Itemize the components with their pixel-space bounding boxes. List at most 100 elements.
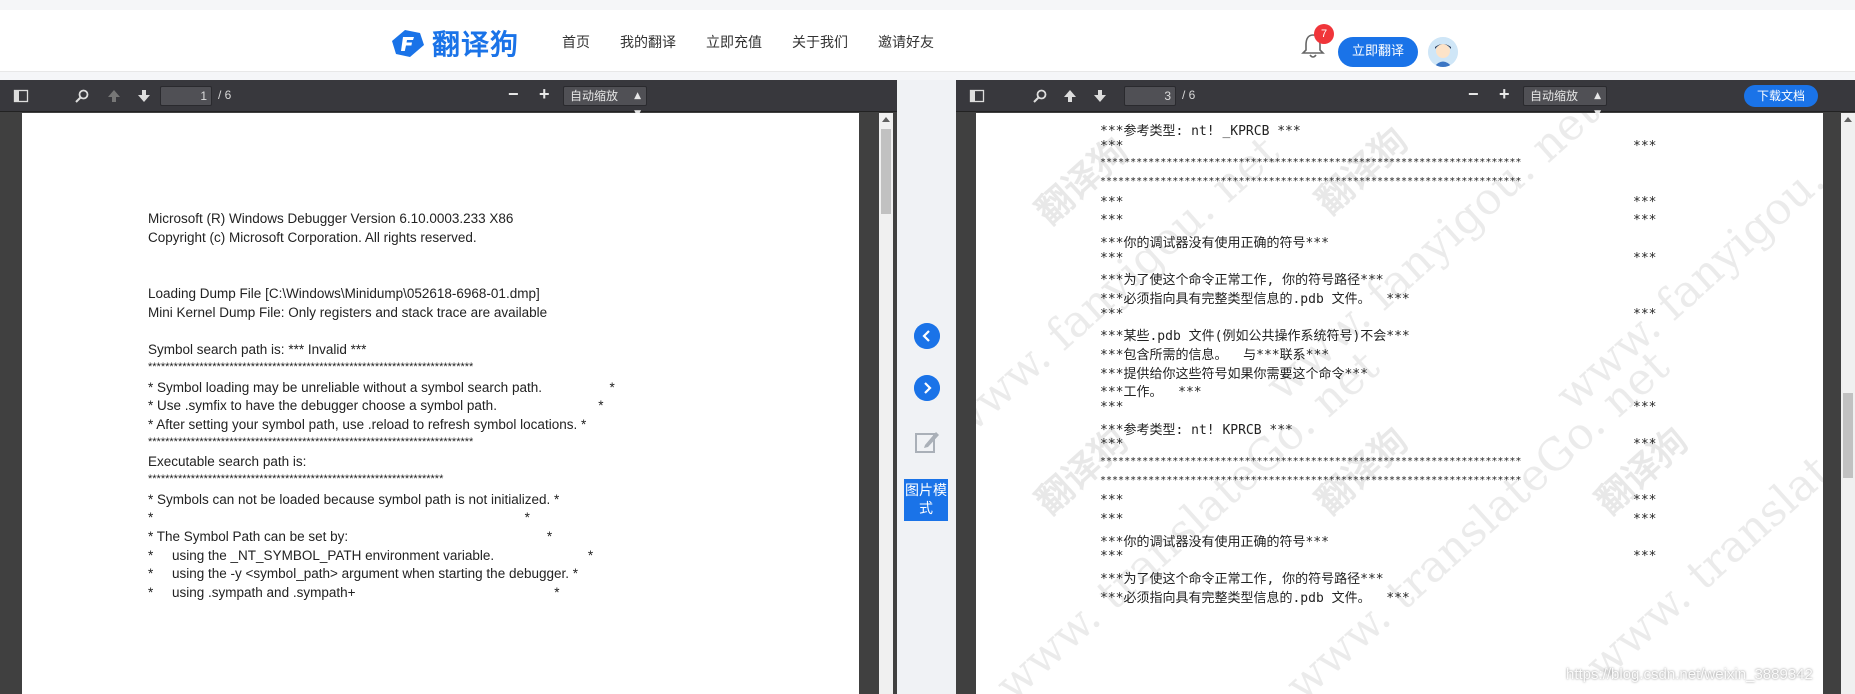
translated-line: ***必须指向具有完整类型信息的.pdb 文件。 *** (1100, 292, 1410, 307)
right-stars: *** (1633, 400, 1657, 415)
nav-about[interactable]: 关于我们 (792, 32, 848, 52)
sidebar-toggle-icon[interactable] (969, 88, 985, 104)
translated-line: ***为了使这个命令正常工作, 你的符号路径*** (1100, 572, 1384, 587)
translated-line: ***提供给你这些符号如果你需要这个命令*** (1100, 367, 1368, 382)
chevron-right-icon[interactable] (914, 375, 940, 401)
nav-home[interactable]: 首页 (562, 32, 590, 52)
translated-line: ***你的调试器没有使用正确的符号*** (1100, 535, 1329, 550)
scroll-thumb[interactable] (1843, 393, 1853, 478)
translated-line: *** (1100, 307, 1124, 322)
zoom-select-value: 自动缩放 (1530, 89, 1579, 103)
previous-page-icon[interactable] (1062, 88, 1078, 104)
right-stars: *** (1633, 139, 1657, 154)
doc-line: * * (148, 510, 530, 525)
translated-line: ****************************************… (1100, 475, 1522, 486)
translated-line: *** (1100, 139, 1124, 154)
logo-icon (392, 30, 424, 57)
doc-line: * The Symbol Path can be set by: * (148, 529, 553, 544)
translated-pdf-viewer: 3 / 6 − + 自动缩放▲▼ 下载文档 www. fanyigou. net… (956, 80, 1855, 694)
doc-line: Mini Kernel Dump File: Only registers an… (148, 305, 548, 320)
translated-line: ***为了使这个命令正常工作, 你的符号路径*** (1100, 273, 1384, 288)
next-page-icon[interactable] (1092, 88, 1108, 104)
translated-line: ****************************************… (1100, 456, 1522, 467)
translated-line: ***某些.pdb 文件(例如公共操作系统符号)不会*** (1100, 329, 1410, 344)
translate-now-button[interactable]: 立即翻译 (1338, 37, 1418, 67)
right-toolbar: 3 / 6 − + 自动缩放▲▼ 下载文档 (956, 80, 1855, 119)
watermark: 翻译狗 (1308, 120, 1417, 223)
zoom-out-button[interactable]: − (508, 84, 519, 105)
right-stars: *** (1633, 549, 1657, 564)
translated-line: ****************************************… (1100, 157, 1522, 168)
translated-line: *** (1100, 195, 1124, 210)
translated-line: ***必须指向具有完整类型信息的.pdb 文件。 *** (1100, 591, 1410, 606)
search-icon[interactable] (74, 88, 90, 104)
page-number-input[interactable]: 1 (160, 86, 212, 106)
source-page: Microsoft (R) Windows Debugger Version 6… (22, 113, 859, 694)
next-page-icon[interactable] (136, 88, 152, 104)
top-strip (0, 0, 1855, 10)
logo-text: 翻译狗 (432, 28, 520, 61)
nav-recharge[interactable]: 立即充值 (706, 32, 762, 52)
doc-line: Copyright (c) Microsoft Corporation. All… (148, 230, 477, 245)
source-pdf-viewer: 1 / 6 − + 自动缩放▲▼ Microsoft (R) Windows D… (0, 80, 897, 694)
avatar-image (1428, 37, 1458, 67)
nav-invite[interactable]: 邀请好友 (878, 32, 934, 52)
zoom-out-button[interactable]: − (1468, 84, 1479, 105)
download-document-button[interactable]: 下载文档 (1744, 85, 1818, 107)
nav-my-translations[interactable]: 我的翻译 (620, 32, 676, 52)
doc-line: * After setting your symbol path, use .r… (148, 417, 587, 432)
zoom-select[interactable]: 自动缩放▲▼ (563, 86, 647, 119)
doc-line: ****************************************… (148, 361, 474, 373)
previous-page-icon[interactable] (106, 88, 122, 104)
edit-icon[interactable] (913, 428, 941, 456)
doc-line: * using the _NT_SYMBOL_PATH environment … (148, 548, 594, 563)
doc-line: * Symbols can not be loaded because symb… (148, 492, 560, 507)
left-scrollbar[interactable] (879, 113, 893, 694)
doc-line: Executable search path is: (148, 454, 307, 469)
avatar[interactable] (1428, 37, 1458, 67)
right-stars: *** (1633, 213, 1657, 228)
scroll-up-icon[interactable] (882, 117, 890, 122)
zoom-select[interactable]: 自动缩放▲▼ (1523, 86, 1607, 119)
translated-line: ***参考类型: nt! _KPRCB *** (1100, 124, 1301, 139)
image-watermark-credit: https://blog.csdn.net/weixin_3889342 (1566, 666, 1813, 683)
search-icon[interactable] (1032, 88, 1048, 104)
translated-line: *** (1100, 213, 1124, 228)
translated-line: ***参考类型: nt! KPRCB *** (1100, 423, 1293, 438)
translated-line: *** (1100, 437, 1124, 452)
watermark: www. translateGo. net (1276, 340, 1680, 694)
page-number-input[interactable]: 3 (1124, 86, 1176, 106)
scroll-thumb[interactable] (881, 129, 891, 214)
scroll-up-icon[interactable] (1844, 117, 1852, 122)
right-stars: *** (1633, 251, 1657, 266)
doc-line: Microsoft (R) Windows Debugger Version 6… (148, 211, 514, 226)
notification-badge: 7 (1314, 24, 1334, 44)
logo[interactable]: 翻译狗 (388, 26, 520, 61)
translated-line: ***工作。 *** (1100, 385, 1202, 400)
right-stars: *** (1633, 307, 1657, 322)
chevron-left-icon[interactable] (914, 323, 940, 349)
site-header: 翻译狗 首页 我的翻译 立即充值 关于我们 邀请好友 7 立即翻译 (0, 10, 1855, 72)
sidebar-toggle-icon[interactable] (13, 88, 29, 104)
zoom-select-value: 自动缩放 (570, 89, 619, 103)
right-stars: *** (1633, 493, 1657, 508)
zoom-in-button[interactable]: + (539, 84, 550, 105)
main-nav: 首页 我的翻译 立即充值 关于我们 邀请好友 (562, 32, 964, 52)
translated-line: *** (1100, 512, 1124, 527)
translated-page: www. fanyigou. net www. translateGo. net… (976, 113, 1823, 694)
left-toolbar: 1 / 6 − + 自动缩放▲▼ (0, 80, 897, 119)
translated-line: ***你的调试器没有使用正确的符号*** (1100, 236, 1329, 251)
zoom-in-button[interactable]: + (1499, 84, 1510, 105)
translated-line: *** (1100, 549, 1124, 564)
translated-line: ***包含所需的信息。 与***联系*** (1100, 348, 1330, 363)
doc-line: * using .sympath and .sympath+ * (148, 585, 560, 600)
watermark: www. fanyigou. net (1546, 113, 1823, 421)
right-stars: *** (1633, 512, 1657, 527)
translated-line: *** (1100, 251, 1124, 266)
page-count: / 6 (218, 88, 232, 102)
doc-line: ****************************************… (148, 436, 474, 448)
picture-mode-button[interactable]: 图片模式 (904, 479, 948, 521)
middle-controls: 图片模式 (897, 80, 956, 694)
doc-line: * using the -y <symbol_path> argument wh… (148, 566, 579, 581)
right-scrollbar[interactable] (1841, 113, 1855, 694)
